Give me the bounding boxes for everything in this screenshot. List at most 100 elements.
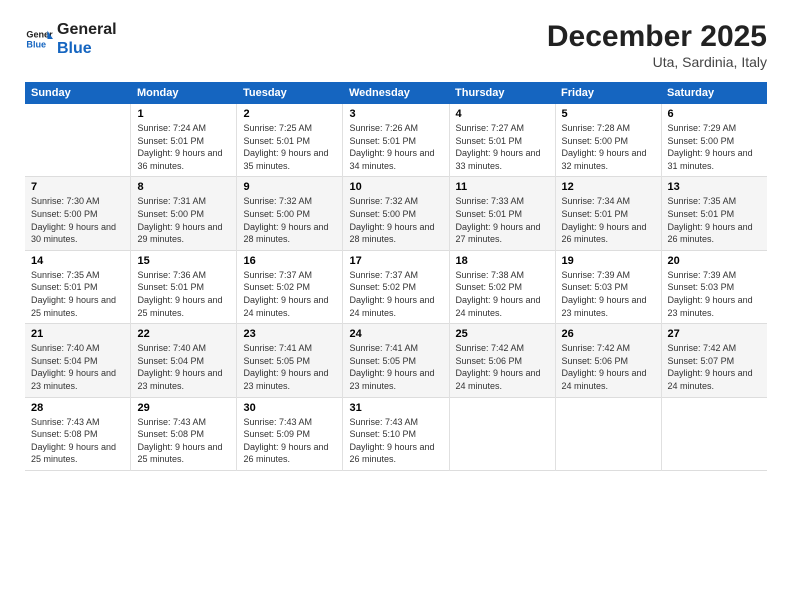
day-info: Sunrise: 7:41 AMSunset: 5:05 PMDaylight:…	[243, 342, 336, 392]
day-cell: 17 Sunrise: 7:37 AMSunset: 5:02 PMDaylig…	[343, 250, 449, 323]
day-info: Sunrise: 7:35 AMSunset: 5:01 PMDaylight:…	[31, 269, 124, 319]
day-number: 13	[668, 181, 761, 193]
day-info: Sunrise: 7:33 AMSunset: 5:01 PMDaylight:…	[456, 195, 549, 245]
day-cell: 16 Sunrise: 7:37 AMSunset: 5:02 PMDaylig…	[237, 250, 343, 323]
month-title: December 2025	[547, 20, 767, 54]
day-cell: 14 Sunrise: 7:35 AMSunset: 5:01 PMDaylig…	[25, 250, 131, 323]
day-cell: 11 Sunrise: 7:33 AMSunset: 5:01 PMDaylig…	[449, 177, 555, 250]
day-number: 18	[456, 255, 549, 267]
day-number: 24	[349, 328, 442, 340]
col-monday: Monday	[131, 82, 237, 104]
day-info: Sunrise: 7:36 AMSunset: 5:01 PMDaylight:…	[137, 269, 230, 319]
day-info: Sunrise: 7:28 AMSunset: 5:00 PMDaylight:…	[562, 122, 655, 172]
day-info: Sunrise: 7:29 AMSunset: 5:00 PMDaylight:…	[668, 122, 761, 172]
day-cell	[661, 397, 767, 470]
day-number: 28	[31, 402, 124, 414]
day-cell: 5 Sunrise: 7:28 AMSunset: 5:00 PMDayligh…	[555, 104, 661, 177]
page: General Blue General Blue December 2025 …	[0, 0, 792, 612]
day-cell: 8 Sunrise: 7:31 AMSunset: 5:00 PMDayligh…	[131, 177, 237, 250]
day-cell: 19 Sunrise: 7:39 AMSunset: 5:03 PMDaylig…	[555, 250, 661, 323]
day-cell: 20 Sunrise: 7:39 AMSunset: 5:03 PMDaylig…	[661, 250, 767, 323]
day-cell: 28 Sunrise: 7:43 AMSunset: 5:08 PMDaylig…	[25, 397, 131, 470]
day-number: 14	[31, 255, 124, 267]
day-number: 23	[243, 328, 336, 340]
day-number: 16	[243, 255, 336, 267]
day-number: 29	[137, 402, 230, 414]
day-info: Sunrise: 7:32 AMSunset: 5:00 PMDaylight:…	[243, 195, 336, 245]
day-cell: 21 Sunrise: 7:40 AMSunset: 5:04 PMDaylig…	[25, 324, 131, 397]
day-number: 20	[668, 255, 761, 267]
day-cell: 12 Sunrise: 7:34 AMSunset: 5:01 PMDaylig…	[555, 177, 661, 250]
day-cell: 26 Sunrise: 7:42 AMSunset: 5:06 PMDaylig…	[555, 324, 661, 397]
day-number: 6	[668, 108, 761, 120]
week-row-4: 28 Sunrise: 7:43 AMSunset: 5:08 PMDaylig…	[25, 397, 767, 470]
logo: General Blue General Blue	[25, 20, 117, 58]
day-info: Sunrise: 7:25 AMSunset: 5:01 PMDaylight:…	[243, 122, 336, 172]
day-number: 3	[349, 108, 442, 120]
logo-general: General	[57, 20, 117, 39]
day-info: Sunrise: 7:42 AMSunset: 5:07 PMDaylight:…	[668, 342, 761, 392]
day-number: 31	[349, 402, 442, 414]
day-cell: 27 Sunrise: 7:42 AMSunset: 5:07 PMDaylig…	[661, 324, 767, 397]
week-row-3: 21 Sunrise: 7:40 AMSunset: 5:04 PMDaylig…	[25, 324, 767, 397]
day-cell: 6 Sunrise: 7:29 AMSunset: 5:00 PMDayligh…	[661, 104, 767, 177]
header-row: Sunday Monday Tuesday Wednesday Thursday…	[25, 82, 767, 104]
day-info: Sunrise: 7:30 AMSunset: 5:00 PMDaylight:…	[31, 195, 124, 245]
day-info: Sunrise: 7:40 AMSunset: 5:04 PMDaylight:…	[31, 342, 124, 392]
day-number: 26	[562, 328, 655, 340]
day-number: 7	[31, 181, 124, 193]
week-row-0: 1 Sunrise: 7:24 AMSunset: 5:01 PMDayligh…	[25, 104, 767, 177]
logo-icon: General Blue	[25, 25, 53, 53]
day-cell: 22 Sunrise: 7:40 AMSunset: 5:04 PMDaylig…	[131, 324, 237, 397]
day-cell: 25 Sunrise: 7:42 AMSunset: 5:06 PMDaylig…	[449, 324, 555, 397]
day-cell	[449, 397, 555, 470]
day-cell	[25, 104, 131, 177]
calendar-body: 1 Sunrise: 7:24 AMSunset: 5:01 PMDayligh…	[25, 104, 767, 470]
col-sunday: Sunday	[25, 82, 131, 104]
day-info: Sunrise: 7:40 AMSunset: 5:04 PMDaylight:…	[137, 342, 230, 392]
day-info: Sunrise: 7:27 AMSunset: 5:01 PMDaylight:…	[456, 122, 549, 172]
day-number: 5	[562, 108, 655, 120]
day-number: 1	[137, 108, 230, 120]
day-info: Sunrise: 7:37 AMSunset: 5:02 PMDaylight:…	[349, 269, 442, 319]
day-cell: 4 Sunrise: 7:27 AMSunset: 5:01 PMDayligh…	[449, 104, 555, 177]
svg-text:Blue: Blue	[26, 40, 46, 50]
day-info: Sunrise: 7:42 AMSunset: 5:06 PMDaylight:…	[562, 342, 655, 392]
day-cell: 7 Sunrise: 7:30 AMSunset: 5:00 PMDayligh…	[25, 177, 131, 250]
title-block: December 2025 Uta, Sardinia, Italy	[547, 20, 767, 70]
week-row-1: 7 Sunrise: 7:30 AMSunset: 5:00 PMDayligh…	[25, 177, 767, 250]
day-cell: 31 Sunrise: 7:43 AMSunset: 5:10 PMDaylig…	[343, 397, 449, 470]
day-number: 15	[137, 255, 230, 267]
day-cell: 9 Sunrise: 7:32 AMSunset: 5:00 PMDayligh…	[237, 177, 343, 250]
day-info: Sunrise: 7:34 AMSunset: 5:01 PMDaylight:…	[562, 195, 655, 245]
day-number: 30	[243, 402, 336, 414]
day-cell: 1 Sunrise: 7:24 AMSunset: 5:01 PMDayligh…	[131, 104, 237, 177]
day-info: Sunrise: 7:43 AMSunset: 5:10 PMDaylight:…	[349, 416, 442, 466]
day-info: Sunrise: 7:43 AMSunset: 5:08 PMDaylight:…	[137, 416, 230, 466]
day-info: Sunrise: 7:39 AMSunset: 5:03 PMDaylight:…	[562, 269, 655, 319]
day-cell: 30 Sunrise: 7:43 AMSunset: 5:09 PMDaylig…	[237, 397, 343, 470]
day-number: 25	[456, 328, 549, 340]
day-number: 4	[456, 108, 549, 120]
day-number: 2	[243, 108, 336, 120]
day-info: Sunrise: 7:42 AMSunset: 5:06 PMDaylight:…	[456, 342, 549, 392]
day-number: 17	[349, 255, 442, 267]
day-info: Sunrise: 7:24 AMSunset: 5:01 PMDaylight:…	[137, 122, 230, 172]
logo-blue: Blue	[57, 39, 117, 58]
day-number: 27	[668, 328, 761, 340]
day-cell: 13 Sunrise: 7:35 AMSunset: 5:01 PMDaylig…	[661, 177, 767, 250]
day-cell: 2 Sunrise: 7:25 AMSunset: 5:01 PMDayligh…	[237, 104, 343, 177]
day-cell: 24 Sunrise: 7:41 AMSunset: 5:05 PMDaylig…	[343, 324, 449, 397]
header: General Blue General Blue December 2025 …	[25, 20, 767, 70]
day-number: 8	[137, 181, 230, 193]
col-wednesday: Wednesday	[343, 82, 449, 104]
day-number: 21	[31, 328, 124, 340]
day-number: 11	[456, 181, 549, 193]
day-cell: 15 Sunrise: 7:36 AMSunset: 5:01 PMDaylig…	[131, 250, 237, 323]
day-number: 22	[137, 328, 230, 340]
col-friday: Friday	[555, 82, 661, 104]
week-row-2: 14 Sunrise: 7:35 AMSunset: 5:01 PMDaylig…	[25, 250, 767, 323]
col-saturday: Saturday	[661, 82, 767, 104]
day-number: 9	[243, 181, 336, 193]
day-info: Sunrise: 7:31 AMSunset: 5:00 PMDaylight:…	[137, 195, 230, 245]
